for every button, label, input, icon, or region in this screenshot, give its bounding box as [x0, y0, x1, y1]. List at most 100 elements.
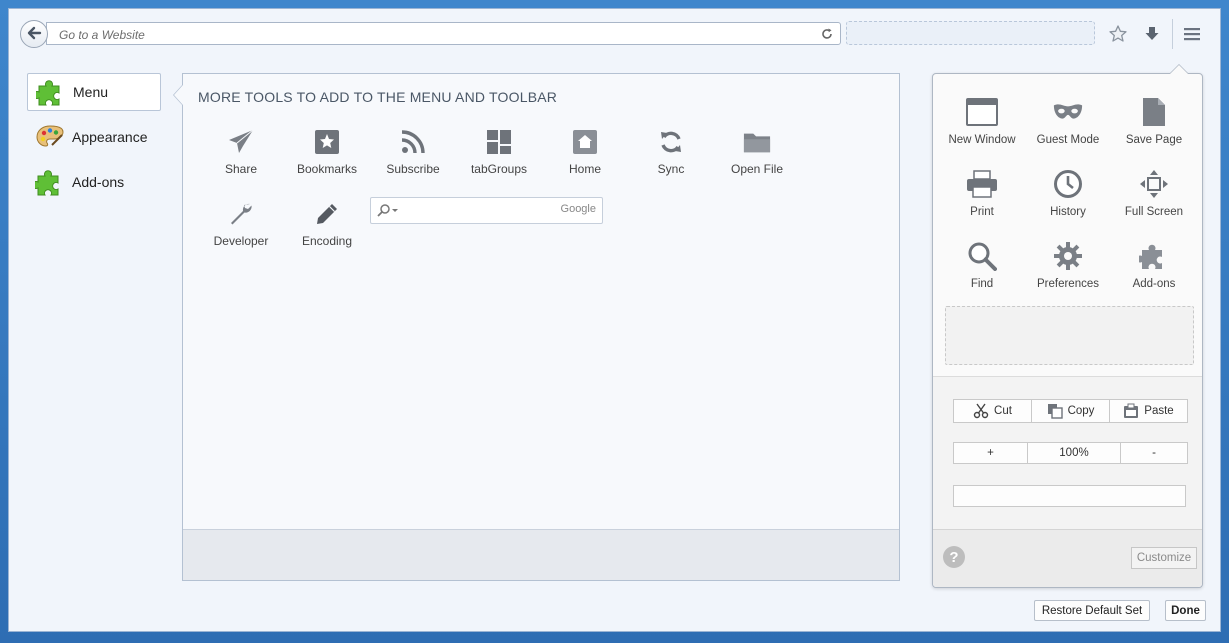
copy-icon — [1047, 404, 1063, 419]
panel-item-label: History — [1050, 206, 1086, 218]
gear-icon — [1052, 240, 1084, 272]
search-engine-icon — [377, 204, 399, 221]
zoom-reset-button[interactable]: 100% — [1028, 443, 1121, 463]
tool-encoding[interactable]: Encoding — [284, 200, 370, 258]
puzzle-icon — [34, 167, 66, 197]
tool-label: Encoding — [301, 234, 353, 248]
printer-icon — [966, 168, 998, 200]
panel-item-label: Add-ons — [1132, 278, 1176, 290]
tool-share[interactable]: Share — [198, 128, 284, 186]
tool-label: tabGroups — [470, 162, 528, 176]
save-page-icon — [1138, 96, 1170, 128]
downloads-icon[interactable] — [1141, 23, 1163, 45]
category-label: Add-ons — [72, 174, 125, 190]
zoom-controls: + 100% - — [953, 442, 1188, 464]
panel-item-label: Full Screen — [1124, 206, 1184, 218]
category-appearance[interactable]: Appearance — [27, 118, 161, 156]
done-button[interactable]: Done — [1165, 600, 1206, 621]
tool-label: Sync — [657, 162, 685, 176]
rss-icon — [399, 128, 427, 156]
search-engine-name: Google — [560, 203, 596, 215]
menu-hamburger-icon[interactable] — [1181, 23, 1203, 45]
copy-button[interactable]: Copy — [1032, 400, 1110, 422]
search-bar-placeholder — [846, 21, 1095, 45]
url-bar[interactable] — [46, 22, 841, 45]
panel-controls: Cut Copy Paste + 100% - — [933, 376, 1202, 531]
scissors-icon — [973, 403, 989, 419]
sync-icon — [657, 128, 685, 156]
puzzle-icon — [1138, 240, 1170, 272]
panel-empty-slot — [953, 485, 1186, 507]
customize-button[interactable]: Customize — [1131, 547, 1197, 569]
tool-label: Share — [224, 162, 258, 176]
palette-title: MORE TOOLS TO ADD TO THE MENU AND TOOLBA… — [198, 89, 558, 105]
category-label: Menu — [73, 84, 109, 100]
toolbar-separator — [1172, 19, 1173, 49]
panel-item-label: Print — [970, 206, 994, 218]
zoom-in-button[interactable]: + — [954, 443, 1028, 463]
reload-icon[interactable] — [820, 27, 834, 41]
panel-item-history[interactable]: History — [1025, 168, 1111, 230]
panel-item-label: Preferences — [1036, 278, 1099, 290]
paste-icon — [1124, 403, 1139, 418]
folder-icon — [743, 128, 771, 156]
category-label: Appearance — [72, 129, 148, 145]
zoom-out-button[interactable]: - — [1121, 443, 1187, 463]
panel-item-label: Guest Mode — [1036, 134, 1100, 146]
panel-item-label: Find — [970, 278, 994, 290]
panel-item-guest-mode[interactable]: Guest Mode — [1025, 96, 1111, 158]
new-window-icon — [966, 96, 998, 128]
panel-item-add-ons[interactable]: Add-ons — [1111, 240, 1197, 302]
tool-label: Home — [568, 162, 601, 176]
bookmark-star-icon[interactable] — [1107, 23, 1129, 45]
tool-developer[interactable]: Developer — [198, 200, 284, 258]
pencil-icon — [313, 200, 341, 228]
panel-drop-area — [945, 306, 1194, 365]
search-box-tool[interactable]: Google — [370, 197, 603, 224]
panel-item-print[interactable]: Print — [939, 168, 1025, 230]
tool-tabgroups[interactable]: tabGroups — [456, 128, 542, 186]
magnifier-icon — [966, 240, 998, 272]
tool-label: Bookmarks — [296, 162, 358, 176]
panel-item-label: Save Page — [1125, 134, 1183, 146]
restore-default-button[interactable]: Restore Default Set — [1034, 600, 1150, 621]
menu-panel-preview: New Window Guest Mode Save Page Print Hi… — [932, 64, 1203, 588]
customize-window: Menu Appearance Add-ons MORE TOOLS TO AD… — [8, 8, 1221, 632]
paste-button[interactable]: Paste — [1110, 400, 1187, 422]
panel-item-find[interactable]: Find — [939, 240, 1025, 302]
puzzle-icon — [35, 77, 67, 107]
edit-controls: Cut Copy Paste — [953, 399, 1188, 423]
tab-groups-icon — [485, 128, 513, 156]
tool-open-file[interactable]: Open File — [714, 128, 800, 186]
fullscreen-icon — [1138, 168, 1170, 200]
panel-item-full-screen[interactable]: Full Screen — [1111, 168, 1197, 230]
tools-palette: MORE TOOLS TO ADD TO THE MENU AND TOOLBA… — [173, 73, 900, 581]
palette-icon — [34, 122, 66, 152]
tool-subscribe[interactable]: Subscribe — [370, 128, 456, 186]
clock-icon — [1052, 168, 1084, 200]
tool-label: Subscribe — [386, 162, 440, 176]
help-icon[interactable]: ? — [943, 546, 965, 568]
tool-bookmarks[interactable]: Bookmarks — [284, 128, 370, 186]
panel-item-preferences[interactable]: Preferences — [1025, 240, 1111, 302]
panel-item-save-page[interactable]: Save Page — [1111, 96, 1197, 158]
tool-label: Developer — [213, 234, 269, 248]
cut-button[interactable]: Cut — [954, 400, 1032, 422]
navigation-toolbar — [9, 9, 1220, 57]
panel-footer: ? Customize — [933, 529, 1202, 587]
back-arrow-icon — [26, 25, 42, 44]
tool-home[interactable]: Home — [542, 128, 628, 186]
wrench-icon — [227, 200, 255, 228]
paper-plane-icon — [227, 128, 255, 156]
tool-sync[interactable]: Sync — [628, 128, 714, 186]
category-add-ons[interactable]: Add-ons — [27, 163, 161, 201]
mask-icon — [1052, 96, 1084, 128]
bookmarks-star-icon — [313, 128, 341, 156]
panel-item-new-window[interactable]: New Window — [939, 96, 1025, 158]
url-input[interactable] — [57, 25, 801, 44]
tool-label: Open File — [730, 162, 784, 176]
home-icon — [571, 128, 599, 156]
category-menu[interactable]: Menu — [27, 73, 161, 111]
back-button[interactable] — [20, 20, 48, 48]
palette-footer — [183, 529, 899, 580]
